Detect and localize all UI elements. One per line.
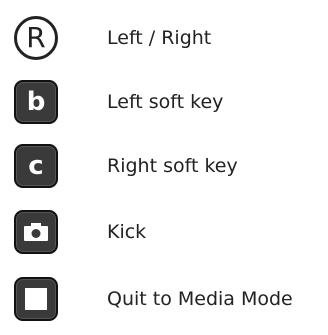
r-circle-icon: R bbox=[10, 12, 62, 64]
control-row-right-soft-key: c Right soft key bbox=[0, 140, 328, 192]
control-label-right-soft-key: Right soft key bbox=[107, 155, 238, 177]
control-label-left-soft-key: Left soft key bbox=[107, 91, 224, 113]
square-key bbox=[14, 277, 58, 321]
camera-key-icon bbox=[10, 206, 62, 258]
square-key-icon bbox=[10, 273, 62, 325]
c-key-glyph: c bbox=[14, 144, 58, 188]
control-row-left-soft-key: b Left soft key bbox=[0, 76, 328, 128]
camera-icon bbox=[24, 223, 48, 241]
b-key-icon: b bbox=[10, 76, 62, 128]
b-key-glyph: b bbox=[14, 80, 58, 124]
control-label-left-right: Left / Right bbox=[107, 27, 212, 49]
control-row-quit: Quit to Media Mode bbox=[0, 273, 328, 325]
c-key-icon: c bbox=[10, 140, 62, 192]
control-row-left-right: R Left / Right bbox=[0, 12, 328, 64]
control-label-kick: Kick bbox=[107, 221, 147, 243]
control-label-quit: Quit to Media Mode bbox=[107, 288, 293, 310]
controls-legend: R Left / Right b Left soft key c Right s… bbox=[0, 0, 328, 335]
control-row-kick: Kick bbox=[0, 206, 328, 258]
camera-key bbox=[14, 210, 58, 254]
r-circle-glyph: R bbox=[14, 16, 58, 60]
square-icon bbox=[25, 288, 47, 310]
